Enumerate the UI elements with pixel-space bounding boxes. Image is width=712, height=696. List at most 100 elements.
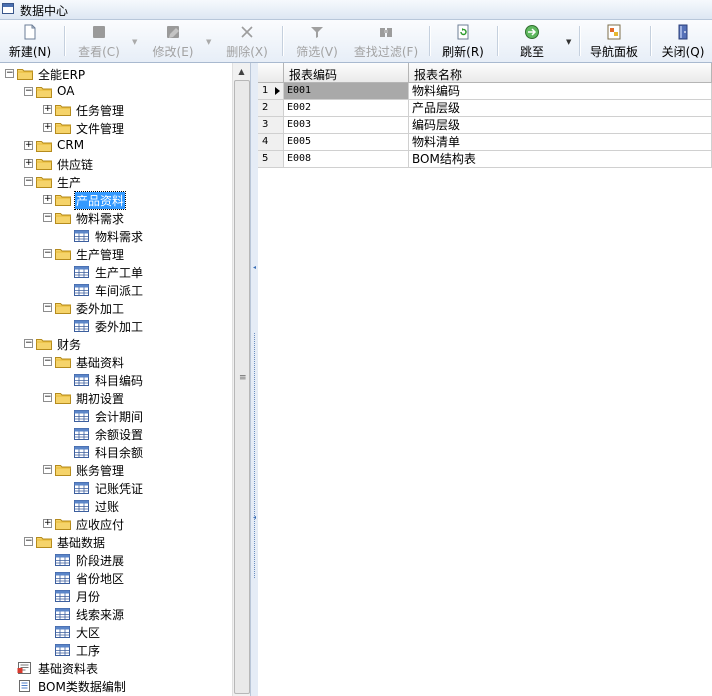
row-number-cell[interactable]: 1: [258, 83, 284, 100]
code-cell[interactable]: E008: [284, 151, 409, 168]
view-dropdown-icon[interactable]: ▼: [132, 38, 137, 46]
toolbar-separator: [64, 26, 66, 56]
table-icon: [74, 230, 89, 242]
view-button[interactable]: 查看(C): [72, 22, 126, 60]
code-cell[interactable]: E002: [284, 100, 409, 117]
tree-node[interactable]: − 全能ERP: [0, 65, 230, 83]
edit-button[interactable]: 修改(E): [146, 22, 200, 60]
expand-toggle-icon[interactable]: +: [24, 159, 33, 168]
tree-node[interactable]: + 文件管理: [0, 119, 230, 137]
tree-node[interactable]: + 供应链: [0, 155, 230, 173]
tree-node-label: 任务管理: [76, 104, 125, 118]
code-cell[interactable]: E001: [284, 83, 409, 100]
row-number-cell[interactable]: 3: [258, 117, 284, 134]
nav-panel-button[interactable]: 导航面板: [586, 22, 642, 60]
tree-node[interactable]: 过账: [0, 497, 230, 515]
tree-node[interactable]: − 期初设置: [0, 389, 230, 407]
edit-dropdown-icon[interactable]: ▼: [206, 38, 211, 46]
column-header-name[interactable]: 报表名称: [409, 63, 712, 83]
tree-node[interactable]: − 基础资料: [0, 353, 230, 371]
splitter-collapse-left-icon[interactable]: ◂: [253, 514, 256, 521]
jump-button[interactable]: 跳至: [510, 22, 554, 60]
table-row[interactable]: 1 E001 物料编码: [258, 83, 712, 100]
tree-node[interactable]: − 财务: [0, 335, 230, 353]
code-cell[interactable]: E003: [284, 117, 409, 134]
name-cell[interactable]: BOM结构表: [409, 151, 712, 168]
collapse-toggle-icon[interactable]: −: [5, 69, 14, 78]
tree-node[interactable]: − 物料需求: [0, 209, 230, 227]
tree-node-label: 科目余额: [95, 446, 144, 460]
tree-node[interactable]: − 生产管理: [0, 245, 230, 263]
tree-node[interactable]: 省份地区: [0, 569, 230, 587]
expand-toggle-icon[interactable]: +: [43, 105, 52, 114]
column-header-code[interactable]: 报表编码: [284, 63, 409, 83]
tree-node[interactable]: − 基础数据: [0, 533, 230, 551]
collapse-toggle-icon[interactable]: −: [43, 393, 52, 402]
tree-node-label: 余额设置: [95, 428, 144, 442]
tree-node[interactable]: 记账凭证: [0, 479, 230, 497]
tree-node[interactable]: + CRM: [0, 137, 230, 155]
tree-node[interactable]: 科目余额: [0, 443, 230, 461]
delete-button[interactable]: 删除(X): [220, 22, 274, 60]
tree-node[interactable]: + 产品资料: [0, 191, 230, 210]
tree-node[interactable]: + 任务管理: [0, 101, 230, 119]
expand-toggle-icon[interactable]: +: [43, 123, 52, 132]
tree-node[interactable]: 基础资料表: [0, 659, 230, 677]
tree-node[interactable]: − 账务管理: [0, 461, 230, 479]
tree-vertical-scrollbar[interactable]: ▲ ≡: [232, 63, 251, 696]
row-number-cell[interactable]: 5: [258, 151, 284, 168]
tree-node[interactable]: 物料需求: [0, 227, 230, 245]
tree-node[interactable]: − OA: [0, 83, 230, 101]
tree-node[interactable]: BOM类数据编制: [0, 677, 230, 695]
expand-toggle-icon[interactable]: +: [43, 519, 52, 528]
tree-node[interactable]: + 应收应付: [0, 515, 230, 533]
table-row[interactable]: 3 E003 编码层级: [258, 117, 712, 134]
refresh-button[interactable]: 刷新(R): [438, 22, 488, 60]
tree-node[interactable]: 工序: [0, 641, 230, 659]
expand-toggle-icon[interactable]: +: [43, 195, 52, 204]
collapse-toggle-icon[interactable]: −: [43, 213, 52, 222]
table-row[interactable]: 4 E005 物料清单: [258, 134, 712, 151]
name-cell[interactable]: 物料清单: [409, 134, 712, 151]
expand-toggle-icon[interactable]: +: [24, 141, 33, 150]
name-cell[interactable]: 物料编码: [409, 83, 712, 100]
table-row[interactable]: 2 E002 产品层级: [258, 100, 712, 117]
close-button[interactable]: 关闭(Q): [658, 22, 708, 60]
tree-node-label: 科目编码: [95, 374, 144, 388]
name-cell[interactable]: 产品层级: [409, 100, 712, 117]
collapse-toggle-icon[interactable]: −: [43, 249, 52, 258]
tree-node[interactable]: 委外加工: [0, 317, 230, 335]
collapse-toggle-icon[interactable]: −: [43, 303, 52, 312]
tree-node[interactable]: 阶段进展: [0, 551, 230, 569]
collapse-toggle-icon[interactable]: −: [24, 339, 33, 348]
filter-button[interactable]: 筛选(V): [290, 22, 344, 60]
tree-node[interactable]: 会计期间: [0, 407, 230, 425]
delete-button-label: 删除: [226, 45, 251, 59]
tree-node[interactable]: 大区: [0, 623, 230, 641]
tree-node[interactable]: 线索来源: [0, 605, 230, 623]
jump-dropdown-icon[interactable]: ▼: [566, 38, 571, 46]
scroll-up-arrow-icon[interactable]: ▲: [233, 63, 250, 80]
tree-node[interactable]: − 生产: [0, 173, 230, 191]
tree-node[interactable]: 月份: [0, 587, 230, 605]
splitter-collapse-left-icon[interactable]: ◂: [253, 264, 256, 271]
tree-node[interactable]: − 委外加工: [0, 299, 230, 317]
collapse-toggle-icon[interactable]: −: [24, 87, 33, 96]
find-filter-button[interactable]: 查找过滤(F): [350, 22, 422, 60]
tree-node[interactable]: 车间派工: [0, 281, 230, 299]
new-button[interactable]: 新建(N): [6, 22, 54, 60]
collapse-toggle-icon[interactable]: −: [43, 357, 52, 366]
tree-node[interactable]: 余额设置: [0, 425, 230, 443]
scrollbar-thumb[interactable]: ≡: [234, 80, 250, 694]
tree-node[interactable]: 生产工单: [0, 263, 230, 281]
collapse-toggle-icon[interactable]: −: [43, 465, 52, 474]
code-cell[interactable]: E005: [284, 134, 409, 151]
table-row[interactable]: 5 E008 BOM结构表: [258, 151, 712, 168]
row-number-cell[interactable]: 2: [258, 100, 284, 117]
nav-panel-icon: [607, 24, 621, 40]
collapse-toggle-icon[interactable]: −: [24, 177, 33, 186]
collapse-toggle-icon[interactable]: −: [24, 537, 33, 546]
name-cell[interactable]: 编码层级: [409, 117, 712, 134]
row-number-cell[interactable]: 4: [258, 134, 284, 151]
tree-node[interactable]: 科目编码: [0, 371, 230, 389]
